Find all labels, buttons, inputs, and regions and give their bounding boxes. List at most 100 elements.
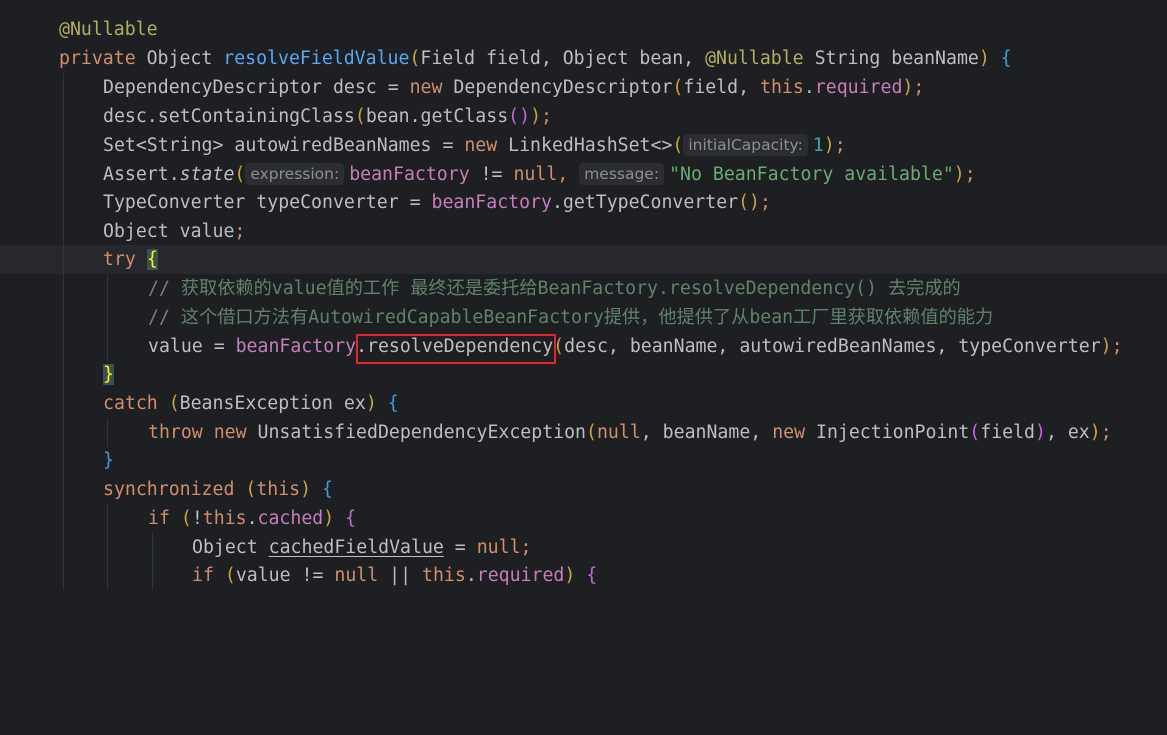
token: bean.getClass xyxy=(365,106,509,127)
token: .getTypeConverter xyxy=(551,192,739,213)
token: TypeConverter typeConverter = xyxy=(103,192,432,213)
token: ; xyxy=(834,135,846,156)
token: new xyxy=(409,77,443,98)
token: ) xyxy=(1089,422,1101,443)
token: Assert. xyxy=(103,164,180,185)
token: . xyxy=(465,565,477,586)
token: ; xyxy=(913,77,925,98)
token: // xyxy=(148,307,181,328)
token: cached xyxy=(257,508,324,529)
indent-guide xyxy=(63,274,64,303)
indent-guide xyxy=(63,303,64,332)
token: null xyxy=(334,565,379,586)
token: resolveFieldValue xyxy=(223,48,410,69)
token: ; xyxy=(520,537,532,558)
token: ( xyxy=(168,393,180,414)
code-line-9: try { xyxy=(0,245,1167,274)
code-line-6: Assert.state(expression: beanFactory != n… xyxy=(0,160,1167,189)
token: private xyxy=(59,48,136,69)
token: ; xyxy=(541,106,552,127)
token: = xyxy=(443,537,477,558)
code-line-2: private Object resolveFieldValue(Field f… xyxy=(0,44,1167,73)
token: @Nullable xyxy=(59,19,158,40)
token: state xyxy=(179,164,235,185)
code-line-18: if (!this.cached) { xyxy=(0,504,1167,533)
token: field xyxy=(980,422,1035,443)
token: value != xyxy=(235,565,335,586)
token: . xyxy=(803,77,815,98)
token: beanFactory xyxy=(235,336,357,357)
token: this xyxy=(760,77,804,98)
indent-guide xyxy=(63,561,64,590)
token: , beanName, xyxy=(640,422,773,443)
token: != xyxy=(469,164,514,185)
token: this xyxy=(202,508,247,529)
token: ) xyxy=(323,508,335,529)
token: field, xyxy=(683,77,761,98)
token: ; xyxy=(760,192,771,213)
indent-guide xyxy=(63,131,64,160)
token: Field field, Object bean, xyxy=(420,48,706,69)
matched-brace: { xyxy=(146,249,158,270)
token: desc, beanName, autowiredBeanNames, type… xyxy=(564,336,1101,357)
token: , ex xyxy=(1045,422,1090,443)
indent-guide xyxy=(63,73,64,102)
token: ) xyxy=(365,393,377,414)
token: ) xyxy=(300,479,312,500)
comment-text: 这个借口方法有AutowiredCapableBeanFactory提供，他提供… xyxy=(180,307,994,328)
token: null xyxy=(513,164,558,185)
token: BeansException ex xyxy=(179,393,366,414)
token: ( xyxy=(969,422,981,443)
code-line-3: DependencyDescriptor desc = new Dependen… xyxy=(0,73,1167,102)
token: 1 xyxy=(812,135,824,156)
token: throw xyxy=(148,422,203,443)
code-editor[interactable]: @Nullable private Object resolveFieldVal… xyxy=(0,0,1167,590)
indent-guide xyxy=(152,561,153,590)
token: ( xyxy=(672,135,684,156)
token: InjectionPoint xyxy=(805,422,970,443)
token: ) xyxy=(1035,422,1046,443)
token: new xyxy=(772,422,806,443)
token: // xyxy=(148,278,181,299)
token: ) xyxy=(978,48,990,69)
token: ( xyxy=(234,164,246,185)
token: ) xyxy=(564,565,576,586)
token: ) xyxy=(1100,336,1112,357)
indent-guide xyxy=(107,533,108,562)
token: ( xyxy=(586,422,597,443)
token: required xyxy=(476,565,565,586)
resolve-dependency-call[interactable]: .resolveDependency xyxy=(356,336,553,357)
token: { xyxy=(575,565,598,586)
token: ; xyxy=(234,221,246,242)
matched-brace: } xyxy=(103,364,114,385)
token: ( xyxy=(180,508,192,529)
indent-guide xyxy=(107,274,108,303)
code-line-11: // 这个借口方法有AutowiredCapableBeanFactory提供，… xyxy=(0,303,1167,332)
token: LinkedHashSet<> xyxy=(497,135,673,156)
code-line-7: TypeConverter typeConverter = beanFactor… xyxy=(0,188,1167,217)
token: ) xyxy=(953,164,965,185)
code-line-5: Set<String> autowiredBeanNames = new Lin… xyxy=(0,131,1167,160)
indent-guide xyxy=(63,102,64,131)
indent-guide xyxy=(107,418,108,447)
code-line-20: if (value != null || this.required) { xyxy=(0,561,1167,590)
token: ) xyxy=(823,135,835,156)
token: ; xyxy=(1100,422,1112,443)
indent-guide xyxy=(107,561,108,590)
code-line-12: value = beanFactory.resolveDependency(de… xyxy=(0,332,1167,361)
indent-guide xyxy=(63,160,64,189)
indent-guide xyxy=(63,188,64,217)
parameter-hint: initialCapacity: xyxy=(683,134,808,156)
token: String beanName xyxy=(803,48,979,69)
token: ( xyxy=(245,479,257,500)
indent-guide xyxy=(63,360,64,389)
code-line-14: catch (BeansException ex) { xyxy=(0,389,1167,418)
token: null xyxy=(476,537,521,558)
token: || xyxy=(378,565,422,586)
token: ) xyxy=(530,106,542,127)
token: try xyxy=(103,249,136,270)
token: synchronized xyxy=(103,479,235,500)
parameter-hint: message: xyxy=(579,163,665,185)
